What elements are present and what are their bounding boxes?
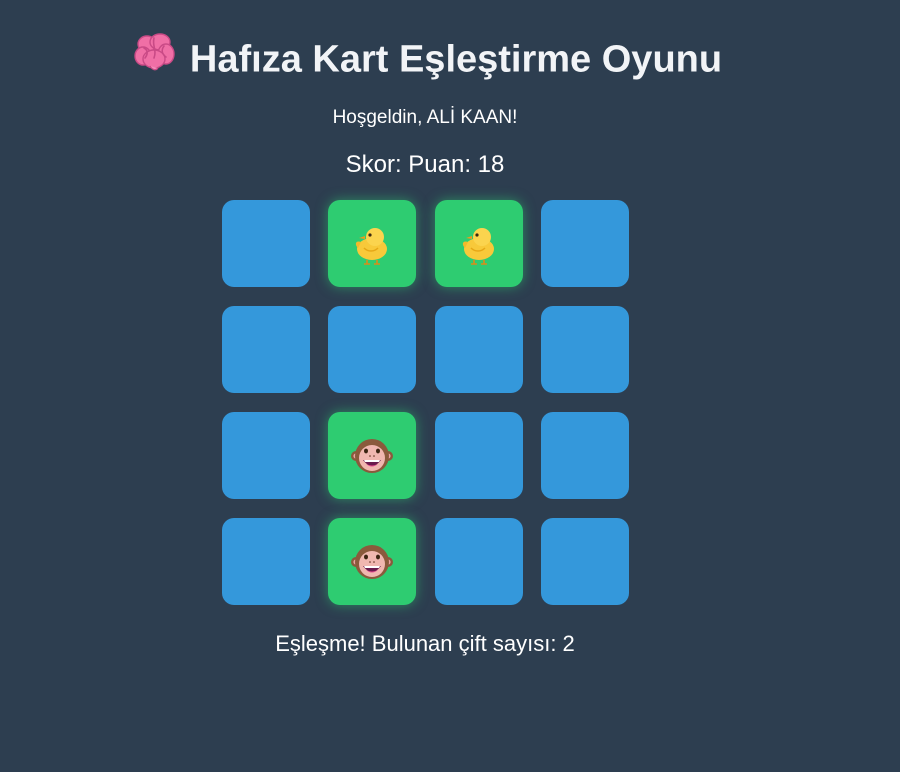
memory-card[interactable] bbox=[328, 518, 417, 605]
memory-card[interactable] bbox=[540, 412, 629, 499]
memory-card[interactable] bbox=[222, 518, 310, 605]
status-message: Eşleşme! Bulunan çift sayısı: 2 bbox=[275, 631, 575, 656]
memory-card[interactable] bbox=[222, 306, 310, 393]
game-page: Hafıza Kart Eşleştirme Oyunu Hoşgeldin, … bbox=[0, 0, 900, 772]
monkey-face-icon bbox=[350, 540, 394, 584]
memory-card[interactable] bbox=[328, 306, 417, 393]
chick-icon bbox=[457, 222, 501, 266]
memory-card[interactable] bbox=[540, 200, 629, 287]
memory-card[interactable] bbox=[434, 412, 523, 499]
memory-card[interactable] bbox=[434, 200, 523, 287]
memory-card[interactable] bbox=[540, 306, 629, 393]
page-title: Hafıza Kart Eşleştirme Oyunu bbox=[0, 33, 856, 87]
memory-card[interactable] bbox=[540, 518, 629, 605]
memory-card[interactable] bbox=[222, 412, 310, 499]
brain-icon bbox=[134, 32, 176, 83]
title-text: Hafıza Kart Eşleştirme Oyunu bbox=[189, 38, 723, 81]
welcome-message: Hoşgeldin, ALİ KAAN! bbox=[332, 107, 518, 128]
memory-card[interactable] bbox=[222, 200, 310, 287]
memory-card[interactable] bbox=[328, 200, 417, 287]
chick-icon bbox=[350, 222, 394, 266]
monkey-face-icon bbox=[350, 434, 394, 478]
memory-card[interactable] bbox=[328, 412, 417, 499]
memory-card[interactable] bbox=[434, 306, 523, 393]
memory-card[interactable] bbox=[434, 518, 523, 605]
card-board bbox=[222, 200, 629, 606]
score-display: Skor: Puan: 18 bbox=[345, 151, 505, 178]
